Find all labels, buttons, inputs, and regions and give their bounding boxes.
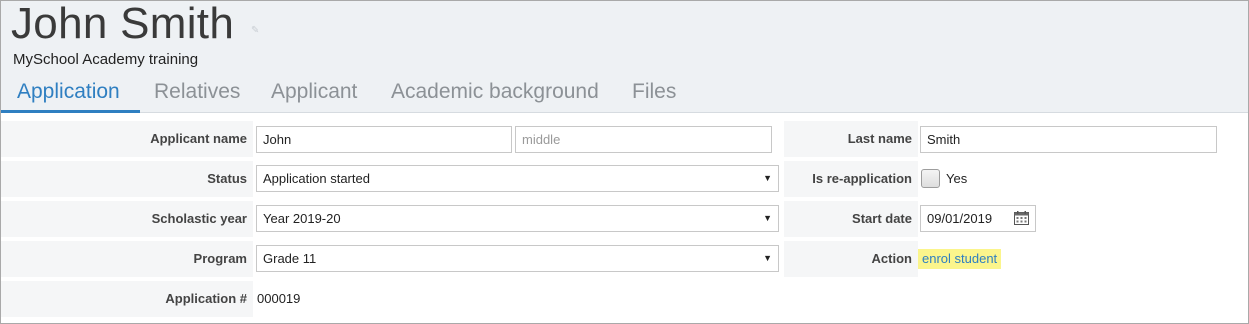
reapplication-option-label: Yes xyxy=(946,171,968,186)
first-name-input[interactable]: John xyxy=(256,126,512,153)
calendar-icon[interactable] xyxy=(1014,211,1029,225)
last-name-input[interactable]: Smith xyxy=(920,126,1217,153)
reapplication-label: Is re-application xyxy=(784,161,918,197)
action-label: Action xyxy=(784,241,918,277)
page-subtitle: MySchool Academy training xyxy=(13,51,199,68)
tab-files[interactable]: Files xyxy=(632,77,676,113)
chevron-down-icon: ▼ xyxy=(763,173,772,183)
chevron-down-icon: ▼ xyxy=(763,253,772,263)
middle-name-input[interactable]: middle xyxy=(515,126,772,153)
status-select[interactable]: Application started ▼ xyxy=(256,165,779,192)
program-selected-value: Grade 11 xyxy=(263,251,317,266)
page-title: John Smith xyxy=(11,0,235,48)
start-date-label: Start date xyxy=(784,201,918,237)
active-tab-indicator xyxy=(1,110,140,113)
start-date-value: 09/01/2019 xyxy=(927,211,993,226)
tab-relatives[interactable]: Relatives xyxy=(154,77,240,113)
scholastic-year-selected-value: Year 2019-20 xyxy=(263,211,341,226)
status-label: Status xyxy=(1,161,253,197)
enrol-student-link[interactable]: enrol student xyxy=(918,249,1002,269)
program-label: Program xyxy=(1,241,253,277)
application-number-label: Application # xyxy=(1,281,253,317)
status-selected-value: Application started xyxy=(263,171,370,186)
program-select[interactable]: Grade 11 ▼ xyxy=(256,245,779,272)
application-window: John Smith ✎ MySchool Academy training A… xyxy=(0,0,1249,324)
application-form: Applicant name John middle Last name Smi… xyxy=(1,119,1248,323)
reapplication-checkbox[interactable] xyxy=(921,169,940,188)
application-number-value: 000019 xyxy=(257,291,301,306)
tab-application[interactable]: Application xyxy=(17,77,120,113)
chevron-down-icon: ▼ xyxy=(763,213,772,223)
scholastic-year-label: Scholastic year xyxy=(1,201,253,237)
tab-bar: Application Relatives Applicant Academic… xyxy=(1,77,1248,113)
page-header: John Smith ✎ MySchool Academy training A… xyxy=(1,1,1248,113)
applicant-name-label: Applicant name xyxy=(1,121,253,157)
edit-icon[interactable]: ✎ xyxy=(251,25,259,36)
tab-applicant[interactable]: Applicant xyxy=(271,77,357,113)
last-name-label: Last name xyxy=(784,121,918,157)
scholastic-year-select[interactable]: Year 2019-20 ▼ xyxy=(256,205,779,232)
tab-academic-background[interactable]: Academic background xyxy=(391,77,599,113)
